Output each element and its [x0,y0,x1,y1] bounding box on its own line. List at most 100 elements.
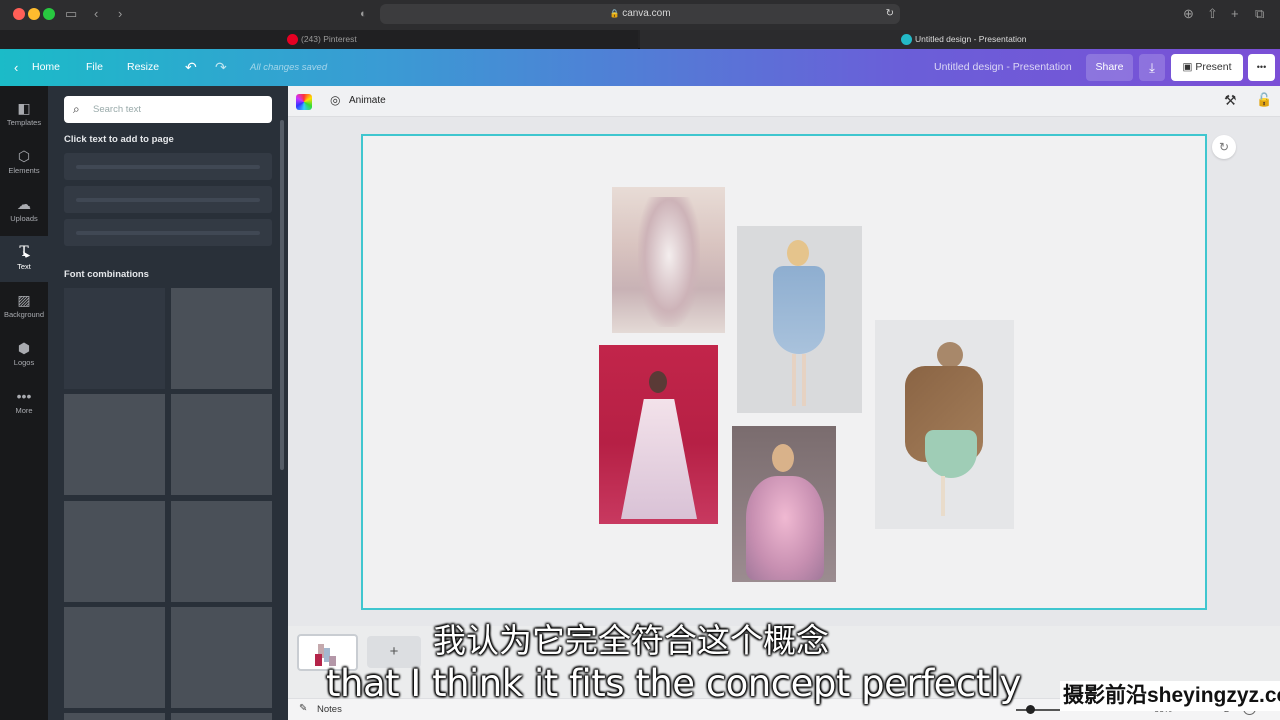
more-label: ••• [1256,62,1267,72]
uploads-icon: ☁ [17,196,31,212]
download-icon: ⤓ [1149,60,1155,75]
rail-label: More [15,406,33,415]
pinterest-icon [287,34,298,45]
more-options-button[interactable]: ••• [1248,54,1275,81]
rail-label: Text [17,262,31,271]
color-picker-icon[interactable] [296,94,312,110]
font-combination-card[interactable] [64,607,165,708]
download-button[interactable]: ⤓ [1139,54,1165,81]
rail-label: Uploads [10,214,38,223]
font-combination-card[interactable] [64,288,165,389]
heading-text-option[interactable] [64,153,272,180]
reload-icon[interactable]: ↻ [886,4,894,24]
file-menu-button[interactable]: File [86,49,103,86]
download-icon[interactable]: ⊕ [1183,6,1194,22]
rail-item-text[interactable]: T Text [0,236,48,282]
plus-icon: + [389,643,399,660]
tab-label: Untitled design - Presentation [915,34,1027,44]
sidebar-toggle-icon[interactable]: ▭ [65,6,77,22]
fashion-photo[interactable] [599,345,718,524]
rail-item-elements[interactable]: ⬡ Elements [0,140,48,186]
font-combination-card[interactable] [171,501,272,602]
rail-item-templates[interactable]: ◧ Templates [0,92,48,138]
tab-overview-icon[interactable]: ⧉ [1255,6,1264,22]
fashion-photo[interactable] [875,320,1014,529]
browser-toolbar: ▭ ‹ › ◐ 🔒 canva.com ↻ ⊕ ⇧ + ⧉ [0,0,1280,30]
font-combination-card[interactable] [171,607,272,708]
animate-icon: ◎ [330,93,341,107]
editor-header: ‹ Home File Resize ↶ ↷ All changes saved… [0,49,1280,86]
body-text-option[interactable] [64,219,272,246]
search-icon: ⌕ [73,102,80,116]
rail-label: Elements [8,166,40,175]
home-button[interactable]: Home [32,49,60,86]
tab-label: (243) Pinterest [301,34,357,44]
more-icon: ••• [16,388,32,404]
text-panel: ⌕ Search text Click text to add to page … [48,86,297,720]
url-text: canva.com [622,8,671,19]
redo-icon[interactable]: ↷ [215,49,227,86]
font-combination-card[interactable] [64,394,165,495]
rail-item-logos[interactable]: ⬢ Logos [0,332,48,378]
rail-label: Logos [13,358,35,367]
document-title[interactable]: Untitled design - Presentation [934,49,1072,86]
rail-item-more[interactable]: ••• More [0,380,48,426]
font-combination-card[interactable] [171,288,272,389]
present-label: Present [1195,61,1232,73]
fashion-photo[interactable] [732,426,836,582]
tab-bar: (243) Pinterest Untitled design - Presen… [0,30,1280,49]
close-window-button[interactable] [13,8,25,20]
forward-icon[interactable]: › [118,6,122,22]
share-label: Share [1095,61,1124,73]
panel-scrollbar[interactable] [280,120,284,470]
subtitle-english: that I think it fits the concept perfect… [326,662,1021,705]
copy-style-icon[interactable]: ⚒ [1224,92,1237,109]
undo-icon[interactable]: ↶ [185,49,197,86]
share-button[interactable]: Share [1086,54,1133,81]
subheading-text-option[interactable] [64,186,272,213]
minimize-window-button[interactable] [28,8,40,20]
watermark: 摄影前沿sheyingzyz.com [1060,681,1280,711]
refresh-icon[interactable]: ↻ [1212,135,1236,159]
present-icon: ▣ [1182,61,1193,73]
tab-canva[interactable]: Untitled design - Presentation [640,30,1280,49]
lock-icon: 🔒 [609,9,620,18]
new-tab-icon[interactable]: + [1231,6,1239,22]
font-combination-card[interactable] [171,394,272,495]
fashion-photo[interactable] [612,187,725,333]
save-status: All changes saved [250,62,328,73]
notes-button[interactable]: Notes [317,704,342,715]
canva-icon [901,34,912,45]
font-combinations-heading: Font combinations [64,269,149,280]
subtitle-chinese: 我认为它完全符合这个概念 [433,621,829,660]
rail-item-uploads[interactable]: ☁ Uploads [0,188,48,234]
font-combination-card[interactable] [64,713,165,720]
rail-label: Background [3,310,45,319]
editor-toolbar: ◎ Animate ⚒ 🔓 [288,86,1280,117]
resize-button[interactable]: Resize [127,49,159,86]
click-text-heading: Click text to add to page [64,134,174,145]
templates-icon: ◧ [17,100,31,116]
font-combination-card[interactable] [64,501,165,602]
background-icon: ▨ [17,292,31,308]
side-rail: ◧ Templates ⬡ Elements ☁ Uploads T Text … [0,86,48,720]
elements-icon: ⬡ [17,148,31,164]
present-button[interactable]: ▣ Present [1171,54,1243,81]
font-combination-card[interactable] [171,713,272,720]
share-icon[interactable]: ⇧ [1207,6,1218,22]
search-input[interactable]: ⌕ Search text [64,96,272,123]
shield-icon[interactable]: ◐ [360,6,367,22]
search-placeholder: Search text [93,104,142,115]
notes-icon: ✎ [299,703,308,714]
zoom-window-button[interactable] [43,8,55,20]
rail-item-background[interactable]: ▨ Background [0,284,48,330]
address-bar[interactable]: 🔒 canva.com ↻ [380,4,900,24]
chevron-left-icon[interactable]: ‹ [14,49,18,86]
zoom-slider-handle[interactable] [1026,705,1035,714]
fashion-photo[interactable] [737,226,862,413]
animate-button[interactable]: Animate [349,95,386,106]
lock-icon[interactable]: 🔓 [1256,92,1272,108]
tab-pinterest[interactable]: (243) Pinterest [0,30,638,49]
logos-icon: ⬢ [17,340,31,356]
back-icon[interactable]: ‹ [94,6,98,22]
